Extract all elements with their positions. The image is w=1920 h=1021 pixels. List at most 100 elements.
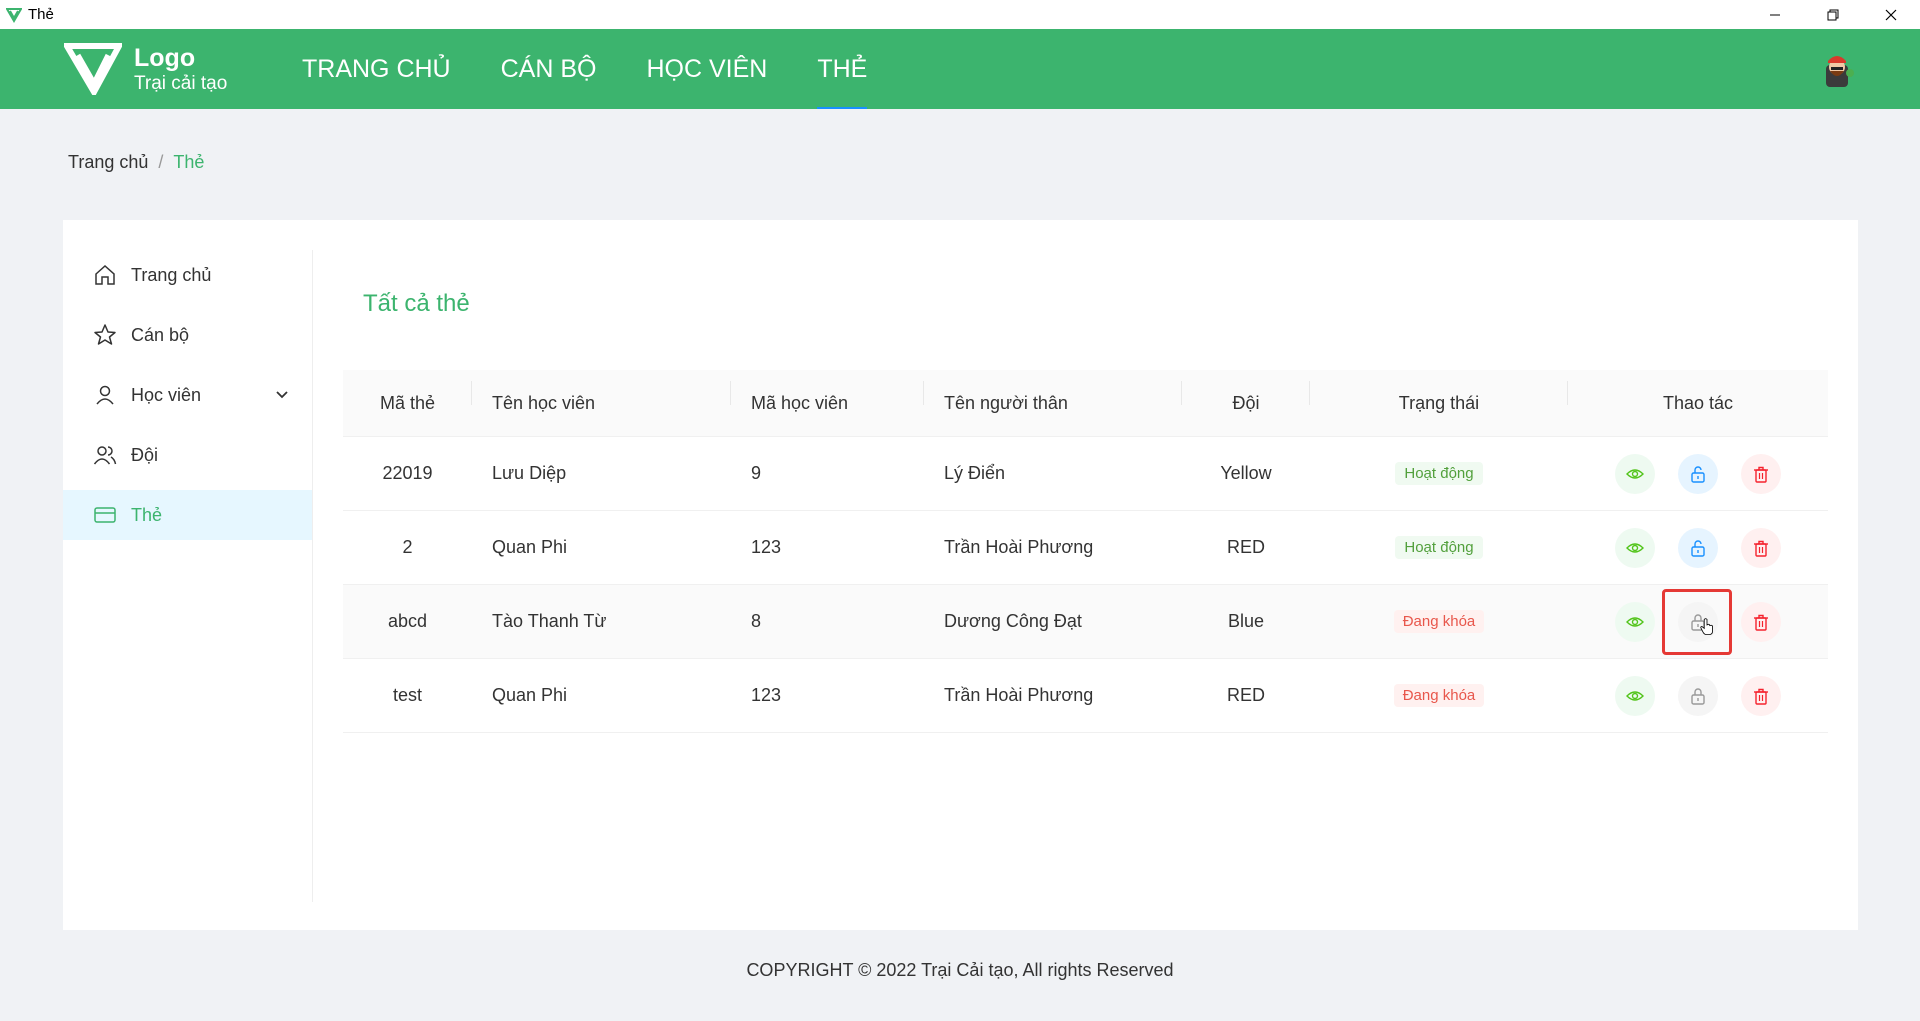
highlight-box — [1662, 588, 1732, 655]
view-button[interactable] — [1615, 675, 1655, 716]
cell-doi: RED — [1226, 537, 1265, 557]
close-icon — [1885, 9, 1897, 20]
eye-icon — [1626, 690, 1644, 701]
lock-button[interactable] — [1678, 527, 1718, 568]
lock-button[interactable] — [1662, 588, 1732, 655]
sidebar-item-label: Cán bộ — [131, 324, 190, 345]
delete-button[interactable] — [1741, 601, 1781, 642]
column-header[interactable]: Tên học viên — [472, 380, 731, 414]
card-icon — [94, 507, 116, 523]
window-title: Thẻ — [28, 6, 54, 23]
content-card: Trang chủ Cán bộ Học viên Đội Thẻ Tất cả… — [63, 220, 1858, 930]
cards-table: Mã thẻ Tên học viên Mã học viên Tên ngườ… — [343, 370, 1828, 733]
restore-button[interactable] — [1804, 0, 1862, 29]
cell-ten-hoc-vien: Tào Thanh Từ — [492, 611, 607, 631]
view-button[interactable] — [1615, 601, 1655, 642]
delete-button[interactable] — [1741, 527, 1781, 568]
cell-doi: Yellow — [1220, 463, 1272, 483]
status-badge: Đang khóa — [1393, 610, 1485, 633]
close-button[interactable] — [1862, 0, 1920, 29]
view-button[interactable] — [1615, 527, 1655, 568]
app-logo-icon — [6, 7, 22, 23]
cell-ten-hoc-vien: Quan Phi — [492, 685, 568, 705]
logo-title: Logo — [134, 44, 196, 72]
sidebar-item-trang-chu[interactable]: Trang chủ — [63, 250, 312, 300]
breadcrumb: Trang chủ / Thẻ — [68, 152, 204, 173]
column-header[interactable]: Mã học viên — [731, 380, 924, 414]
cell-ma-hoc-vien: 123 — [751, 685, 782, 705]
cell-ten-hoc-vien: Quan Phi — [492, 537, 568, 557]
cell-doi: RED — [1226, 685, 1265, 705]
trash-icon — [1754, 614, 1768, 631]
avatar[interactable] — [1818, 51, 1856, 89]
unlock-icon — [1691, 539, 1705, 557]
logo[interactable]: Logo Trại cải tạo — [64, 43, 227, 95]
minimize-button[interactable] — [1746, 0, 1804, 29]
delete-button[interactable] — [1741, 675, 1781, 716]
star-icon — [94, 324, 116, 345]
view-button[interactable] — [1615, 453, 1655, 494]
minimize-icon — [1770, 14, 1780, 15]
lock-button[interactable] — [1678, 453, 1718, 494]
cell-ma-the: 2 — [402, 537, 413, 557]
cell-ma-the: 22019 — [382, 463, 433, 483]
hand-cursor-icon — [1700, 617, 1713, 635]
cell-ma-hoc-vien: 9 — [751, 463, 762, 483]
cell-ten-nguoi-than: Trần Hoài Phương — [944, 685, 1094, 705]
window-titlebar: Thẻ — [0, 0, 1920, 29]
team-icon — [93, 446, 117, 465]
nav-can-bo[interactable]: CÁN BỘ — [501, 29, 597, 109]
unlock-icon — [1691, 465, 1705, 483]
eye-icon — [1626, 542, 1644, 553]
column-header[interactable]: Tên người thân — [924, 380, 1182, 414]
breadcrumb-home[interactable]: Trang chủ — [68, 152, 148, 173]
user-icon — [96, 385, 114, 405]
cell-ten-hoc-vien: Lưu Diệp — [492, 463, 567, 483]
table-header: Mã thẻ Tên học viên Mã học viên Tên ngườ… — [343, 370, 1828, 437]
eye-icon — [1626, 616, 1644, 627]
breadcrumb-separator: / — [158, 152, 164, 172]
trash-icon — [1754, 688, 1768, 705]
logo-icon — [64, 43, 122, 95]
cell-ten-nguoi-than: Dương Công Đạt — [944, 611, 1082, 631]
status-badge: Hoạt động — [1395, 536, 1483, 559]
column-header[interactable]: Đội — [1182, 380, 1310, 414]
table-row: 22019 Lưu Diệp 9 Lý Điển Yellow Hoạt độn… — [343, 437, 1828, 511]
sidebar-item-label: Thẻ — [131, 504, 163, 525]
lock-button[interactable] — [1678, 675, 1718, 716]
trash-icon — [1754, 466, 1768, 483]
nav-the[interactable]: THẺ — [817, 29, 868, 109]
table-row: 2 Quan Phi 123 Trần Hoài Phương RED Hoạt… — [343, 511, 1828, 585]
nav-hoc-vien[interactable]: HỌC VIÊN — [646, 29, 767, 109]
cell-ten-nguoi-than: Trần Hoài Phương — [944, 537, 1094, 557]
breadcrumb-current: Thẻ — [173, 152, 205, 172]
cell-ma-the: abcd — [387, 611, 428, 631]
delete-button[interactable] — [1741, 453, 1781, 494]
sidebar-item-doi[interactable]: Đội — [63, 430, 312, 480]
table-row: abcd Tào Thanh Từ 8 Dương Công Đạt Blue … — [343, 585, 1828, 659]
page-title: Tất cả thẻ — [363, 290, 470, 317]
sidebar-item-the[interactable]: Thẻ — [63, 490, 312, 540]
chevron-down-icon[interactable] — [274, 387, 290, 403]
trash-icon — [1754, 540, 1768, 557]
footer-copyright: COPYRIGHT © 2022 Trại Cải tạo, All right… — [746, 960, 1174, 980]
sidebar: Trang chủ Cán bộ Học viên Đội Thẻ — [63, 250, 313, 902]
cell-ma-hoc-vien: 123 — [751, 537, 782, 557]
sidebar-item-can-bo[interactable]: Cán bộ — [63, 310, 312, 360]
eye-icon — [1626, 468, 1644, 479]
logo-subtitle: Trại cải tạo — [134, 73, 228, 94]
main-nav: TRANG CHỦ CÁN BỘ HỌC VIÊN THẺ — [302, 29, 917, 109]
column-header[interactable]: Mã thẻ — [343, 380, 472, 414]
sidebar-item-hoc-vien[interactable]: Học viên — [63, 370, 312, 420]
restore-icon — [1827, 9, 1839, 20]
nav-trang-chu[interactable]: TRANG CHỦ — [302, 29, 451, 109]
column-header[interactable]: Trạng thái — [1310, 380, 1568, 414]
sidebar-item-label: Học viên — [131, 384, 202, 405]
status-badge: Đang khóa — [1393, 684, 1485, 707]
cell-doi: Blue — [1227, 611, 1265, 631]
sidebar-item-label: Đội — [131, 444, 159, 465]
top-header: Logo Trại cải tạo TRANG CHỦ CÁN BỘ HỌC V… — [0, 29, 1920, 109]
column-header: Thao tác — [1662, 392, 1734, 413]
home-icon — [95, 264, 115, 285]
table-row: test Quan Phi 123 Trần Hoài Phương RED Đ… — [343, 659, 1828, 733]
